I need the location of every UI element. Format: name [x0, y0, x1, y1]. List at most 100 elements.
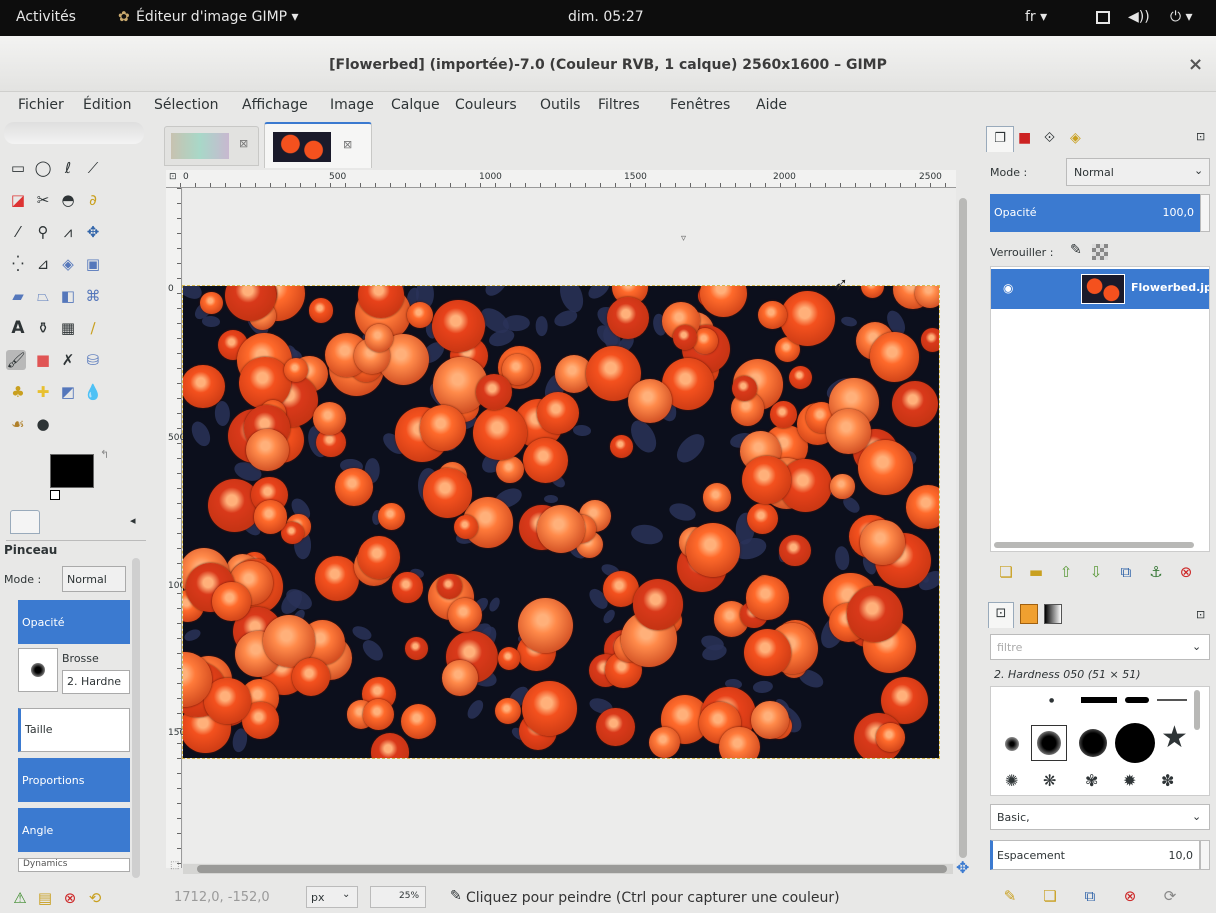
- cage-transform-icon[interactable]: ⌘: [83, 286, 103, 306]
- volume-icon[interactable]: ◀)): [1128, 9, 1150, 25]
- lock-pixels-icon[interactable]: ✎: [1070, 242, 1082, 258]
- save-options-icon[interactable]: ⚠: [10, 888, 30, 908]
- scissors-icon[interactable]: ✂: [33, 190, 53, 210]
- color-picker-icon[interactable]: ⁄: [8, 222, 28, 242]
- new-brush-icon[interactable]: ❏: [1040, 886, 1060, 906]
- clone-icon[interactable]: ♣: [8, 382, 28, 402]
- raise-layer-icon[interactable]: ⇧: [1056, 562, 1076, 582]
- window-icon[interactable]: [1096, 11, 1110, 24]
- zoom-dropdown[interactable]: 25%: [370, 886, 426, 908]
- brush-tag-input[interactable]: Basic,: [990, 804, 1210, 830]
- brush-splatter-icon[interactable]: ✾: [1085, 771, 1098, 790]
- tab-menu-icon[interactable]: ⊡: [1196, 608, 1205, 621]
- eraser-icon[interactable]: ■: [33, 350, 53, 370]
- dodge-burn-icon[interactable]: ●: [33, 414, 53, 434]
- brush-star-icon[interactable]: ★: [1161, 723, 1188, 753]
- menu-selection[interactable]: Sélection: [154, 97, 219, 113]
- brush-grid-scrollbar[interactable]: [1194, 690, 1200, 730]
- paths-tab-icon[interactable]: ⟐: [1044, 130, 1055, 146]
- refresh-brushes-icon[interactable]: ⟳: [1160, 886, 1180, 906]
- layer-row[interactable]: ◉ Flowerbed.jpg: [991, 269, 1209, 309]
- heal-icon[interactable]: ✚: [33, 382, 53, 402]
- power-menu[interactable]: ⏻ ▾: [1170, 9, 1193, 25]
- delete-layer-icon[interactable]: ⊗: [1176, 562, 1196, 582]
- zoom-icon[interactable]: ⚲: [33, 222, 53, 242]
- brush-medium-icon[interactable]: [1079, 729, 1107, 757]
- brush-splatter-icon[interactable]: ✽: [1161, 771, 1174, 790]
- brush-block-icon[interactable]: [1081, 697, 1117, 703]
- layers-hscroll[interactable]: [994, 542, 1194, 548]
- proportions-slider[interactable]: Proportions: [18, 758, 130, 802]
- ellipse-select-icon[interactable]: ◯: [33, 158, 53, 178]
- new-layer-icon[interactable]: ❏: [996, 562, 1016, 582]
- size-slider[interactable]: Taille: [18, 708, 130, 752]
- move-icon[interactable]: ✥: [83, 222, 103, 242]
- horizontal-ruler[interactable]: ⊡ 0 500 1000 1500 2000 2500: [166, 170, 956, 188]
- clock[interactable]: dim. 05:27: [568, 9, 644, 25]
- close-tab-icon[interactable]: ⊠: [239, 137, 248, 150]
- angle-slider[interactable]: Angle: [18, 808, 130, 852]
- scroll-thumb[interactable]: [959, 198, 967, 858]
- duplicate-layer-icon[interactable]: ⧉: [1116, 562, 1136, 582]
- lower-layer-icon[interactable]: ⇩: [1086, 562, 1106, 582]
- menu-aide[interactable]: Aide: [756, 97, 787, 113]
- tool-options-tab[interactable]: [10, 510, 40, 534]
- gradients-tab-icon[interactable]: [1044, 604, 1062, 624]
- navigate-icon[interactable]: ✥: [956, 858, 969, 877]
- duplicate-brush-icon[interactable]: ⧉: [1080, 886, 1100, 906]
- free-select-icon[interactable]: ℓ: [58, 158, 78, 178]
- canvas-viewport[interactable]: ▿ ➶: [182, 188, 956, 863]
- smudge-icon[interactable]: ☙: [8, 414, 28, 434]
- brush-soft-small-icon[interactable]: [1005, 737, 1019, 751]
- mode-dropdown[interactable]: Normal: [62, 566, 126, 592]
- menu-image[interactable]: Image: [330, 97, 374, 113]
- reset-options-icon[interactable]: ⟲: [85, 888, 105, 908]
- menu-outils[interactable]: Outils: [540, 97, 580, 113]
- brush-line-icon[interactable]: [1157, 699, 1187, 701]
- brush-splatter-icon[interactable]: ✹: [1123, 771, 1136, 790]
- vertical-scrollbar[interactable]: [956, 188, 970, 868]
- layers-tab-icon[interactable]: ❐: [986, 126, 1014, 152]
- brush-hardness-050-icon[interactable]: [1031, 725, 1067, 761]
- restore-options-icon[interactable]: ▤: [35, 888, 55, 908]
- app-menu[interactable]: Éditeur d'image GIMP ▾: [136, 9, 299, 25]
- ruler-corner-icon[interactable]: ⊡: [169, 172, 177, 182]
- quick-mask-icon[interactable]: ⬚: [170, 860, 179, 871]
- channels-tab-icon[interactable]: ■: [1018, 130, 1031, 146]
- menu-edition[interactable]: Édition: [83, 97, 131, 113]
- rotate-icon[interactable]: ◈: [58, 254, 78, 274]
- default-colors-icon[interactable]: [50, 490, 60, 500]
- fuzzy-select-icon[interactable]: ⟋: [83, 158, 103, 178]
- eye-icon[interactable]: ◉: [1003, 281, 1013, 295]
- close-icon[interactable]: ×: [1188, 54, 1203, 75]
- rect-select-icon[interactable]: ▭: [8, 158, 28, 178]
- brush-large-icon[interactable]: [1115, 723, 1155, 763]
- brush-splatter-icon[interactable]: ✺: [1005, 771, 1018, 790]
- spacing-spinner[interactable]: [1200, 840, 1210, 870]
- patterns-tab-icon[interactable]: [1020, 604, 1038, 624]
- text-tool-icon[interactable]: A: [8, 318, 28, 338]
- gradient-icon[interactable]: ▦: [58, 318, 78, 338]
- select-by-color-icon[interactable]: ◪: [8, 190, 28, 210]
- layer-opacity-slider[interactable]: Opacité 100,0: [990, 194, 1200, 232]
- menu-filtres[interactable]: Filtres: [598, 97, 640, 113]
- delete-options-icon[interactable]: ⊗: [60, 888, 80, 908]
- opacity-slider[interactable]: Opacité: [18, 600, 130, 644]
- bucket-fill-icon[interactable]: ⚱: [33, 318, 53, 338]
- brush-filter-input[interactable]: filtre: [990, 634, 1210, 660]
- foreground-select-icon[interactable]: ◓: [58, 190, 78, 210]
- brush-name-field[interactable]: 2. Hardne: [62, 670, 130, 694]
- menu-couleurs[interactable]: Couleurs: [455, 97, 517, 113]
- lock-alpha-icon[interactable]: [1092, 244, 1108, 260]
- perspective-icon[interactable]: ⏢: [33, 286, 53, 306]
- paths-icon[interactable]: ∂: [83, 190, 103, 210]
- image-tab-gradient[interactable]: ⊠: [164, 126, 259, 166]
- brushes-tab-icon[interactable]: ⊡: [988, 602, 1014, 628]
- tab-menu-icon[interactable]: ◂: [130, 514, 136, 527]
- layer-name[interactable]: Flowerbed.jpg: [1131, 281, 1209, 294]
- brush-round-icon[interactable]: [1125, 697, 1149, 703]
- new-layer-group-icon[interactable]: ▬: [1026, 562, 1046, 582]
- layer-mode-dropdown[interactable]: Normal: [1066, 158, 1210, 186]
- image-tab-flowerbed[interactable]: ⊠: [264, 122, 372, 168]
- vertical-ruler[interactable]: 0 500 1000 1500: [166, 188, 191, 868]
